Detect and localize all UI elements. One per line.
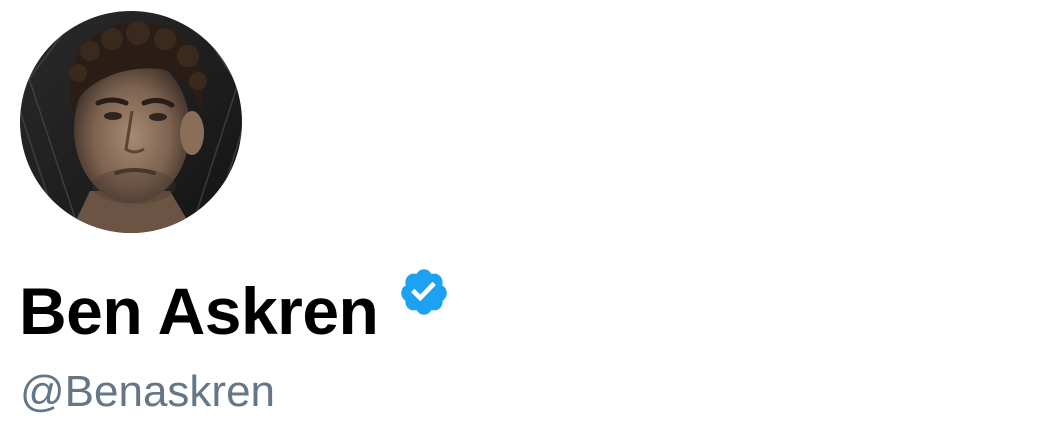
display-name[interactable]: Ben Askren (19, 266, 379, 356)
profile-avatar[interactable] (20, 11, 242, 233)
profile-handle[interactable]: @Benaskren (20, 362, 275, 422)
avatar-photo (20, 11, 242, 233)
name-row: Ben Askren (19, 266, 450, 356)
profile-header: Ben Askren @Benaskren (0, 0, 1040, 432)
verified-badge-icon (398, 266, 450, 318)
